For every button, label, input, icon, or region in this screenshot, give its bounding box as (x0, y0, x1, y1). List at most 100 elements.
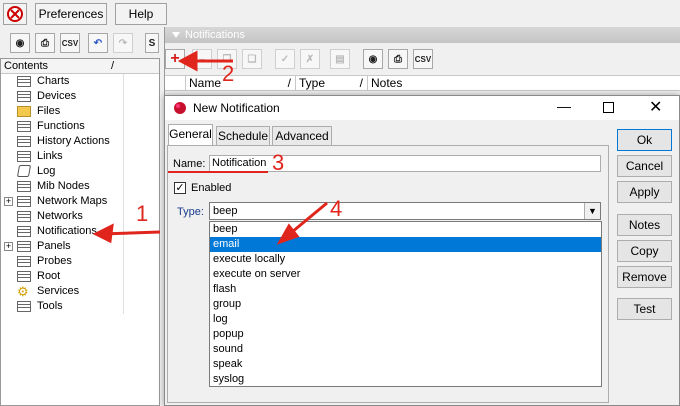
type-option[interactable]: speak (210, 357, 601, 372)
enable-icon[interactable]: ✓ (275, 49, 295, 69)
column-name-label: Name (189, 76, 222, 90)
enabled-checkbox[interactable]: ✓ (174, 182, 186, 194)
undo-icon[interactable]: ↶ (88, 33, 108, 53)
close-app-icon[interactable] (3, 3, 27, 25)
type-option[interactable]: flash (210, 282, 601, 297)
list-icon (17, 301, 31, 312)
csv-export-button[interactable]: CSV (60, 33, 80, 53)
tree-item-label: Root (37, 270, 61, 282)
log-icon (16, 165, 32, 177)
tree-item-label: Mib Nodes (37, 180, 90, 192)
notifications-title: Notifications (165, 27, 680, 43)
chevron-down-icon[interactable]: ▼ (584, 203, 600, 219)
tree-item-label: Links (37, 150, 63, 162)
find-icon[interactable]: ◉ (10, 33, 30, 53)
comment-icon[interactable]: ▤ (330, 49, 350, 69)
tree-item-files[interactable]: Files (1, 104, 159, 119)
dialog-titlebar: New Notification — ✕ (165, 96, 679, 120)
close-icon[interactable]: ✕ (649, 97, 662, 117)
type-option[interactable]: popup (210, 327, 601, 342)
find-icon-2[interactable]: ◉ (363, 49, 383, 69)
tree-item-services[interactable]: ⚙ Services (1, 284, 159, 299)
tab-schedule[interactable]: Schedule (216, 126, 270, 146)
list-icon (17, 226, 31, 237)
tree-item-devices[interactable]: Devices (1, 89, 159, 104)
test-button[interactable]: Test (617, 298, 672, 320)
help-button[interactable]: Help (115, 3, 167, 25)
tree-item-label: Notifications (37, 225, 97, 237)
tree-item-charts[interactable]: Charts (1, 74, 159, 89)
column-notes[interactable]: Notes (367, 76, 487, 91)
tree-item-links[interactable]: Links (1, 149, 159, 164)
expand-icon[interactable]: + (4, 197, 13, 206)
type-option[interactable]: log (210, 312, 601, 327)
list-icon (17, 136, 31, 147)
remove-icon[interactable]: – (192, 49, 212, 69)
print-icon-2[interactable]: ⎙ (388, 49, 408, 69)
tree-item-mib-nodes[interactable]: Mib Nodes (1, 179, 159, 194)
list-icon (17, 271, 31, 282)
tab-general[interactable]: General (168, 124, 213, 146)
minimize-icon[interactable]: — (557, 98, 571, 114)
tree-separator (123, 74, 124, 314)
column-type-sort-icon: / (359, 76, 363, 90)
tree-item-label: Services (37, 285, 80, 297)
tree-item-root[interactable]: Root (1, 269, 159, 284)
list-icon (17, 91, 31, 102)
column-name[interactable]: Name / (185, 76, 295, 91)
tab-advanced[interactable]: Advanced (272, 126, 332, 146)
ok-button[interactable]: Ok (617, 129, 672, 151)
maximize-icon[interactable] (603, 102, 614, 113)
annotation-3: 3 (272, 150, 285, 175)
type-dropdown-list[interactable]: beep email execute locally execute on serve… (209, 221, 602, 387)
more-toolbar-button[interactable]: S (145, 33, 159, 53)
contents-tree[interactable]: Contents / Charts Devices Files Functions Hi… (0, 58, 160, 406)
tree-item-label: Networks (37, 210, 83, 222)
csv-label-2: CSV (414, 54, 432, 64)
print-icon[interactable]: ⎙ (35, 33, 55, 53)
copy-button[interactable]: Copy (617, 240, 672, 262)
redo-icon[interactable]: ↷ (113, 33, 133, 53)
type-option[interactable]: email (210, 237, 601, 252)
tree-item-history-actions[interactable]: History Actions (1, 134, 159, 149)
type-option[interactable]: syslog (210, 372, 601, 387)
contents-header: Contents / (1, 59, 159, 74)
tree-item-label: Files (37, 105, 61, 117)
tree-item-label: Panels (37, 240, 71, 252)
notes-button[interactable]: Notes (617, 214, 672, 236)
contents-header-label: Contents (4, 60, 49, 72)
disable-icon[interactable]: ✗ (300, 49, 320, 69)
list-icon (17, 196, 31, 207)
tree-item-label: History Actions (37, 135, 110, 147)
apply-button[interactable]: Apply (617, 181, 672, 203)
type-option[interactable]: execute on server (210, 267, 601, 282)
column-type-label: Type (299, 76, 326, 90)
tree-item-functions[interactable]: Functions (1, 119, 159, 134)
tree-item-probes[interactable]: Probes (1, 254, 159, 269)
type-option[interactable]: sound (210, 342, 601, 357)
tree-item-label: Tools (37, 300, 63, 312)
type-option[interactable]: beep (210, 222, 601, 237)
type-select[interactable]: beep ▼ (209, 202, 601, 220)
csv-export-button-2[interactable]: CSV (413, 49, 433, 69)
type-option[interactable]: execute locally (210, 252, 601, 267)
column-type[interactable]: Type / (295, 76, 367, 91)
notifications-table-header: Name / Type / Notes (165, 75, 680, 91)
tree-item-tools[interactable]: Tools (1, 299, 159, 314)
add-icon[interactable]: + (165, 49, 185, 69)
cancel-button[interactable]: Cancel (617, 155, 672, 177)
tree-item-log[interactable]: Log (1, 164, 159, 179)
column-name-sort-icon: / (287, 76, 291, 90)
preferences-button[interactable]: Preferences (35, 3, 107, 25)
expand-icon[interactable]: + (4, 242, 13, 251)
type-label: Type: (177, 206, 204, 218)
remove-button[interactable]: Remove (617, 266, 672, 288)
tree-item-panels[interactable]: + Panels (1, 239, 159, 254)
tree-item-label: Charts (37, 75, 70, 87)
paste-icon[interactable]: ❏ (242, 49, 262, 69)
list-icon (17, 256, 31, 267)
type-option[interactable]: group (210, 297, 601, 312)
csv-label: CSV (61, 38, 79, 48)
gear-icon: ⚙ (17, 284, 29, 299)
name-field[interactable]: Notification (209, 155, 601, 172)
